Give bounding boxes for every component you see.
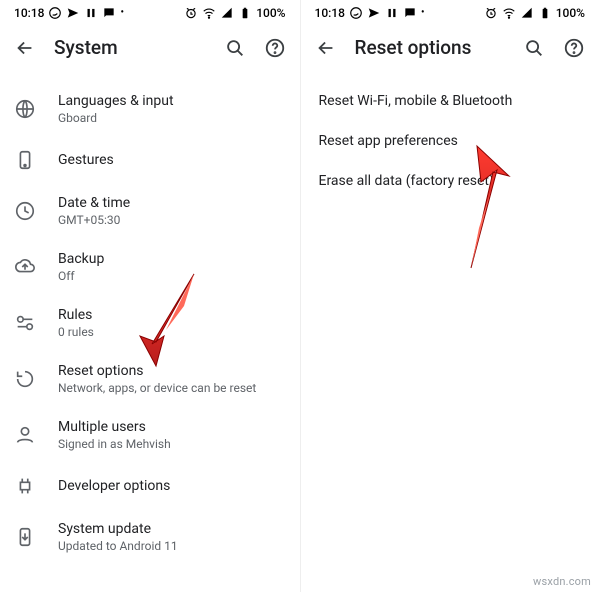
whatsapp-icon <box>48 6 62 20</box>
globe-icon <box>14 98 36 120</box>
users-icon <box>14 424 36 446</box>
alarm-icon <box>184 6 198 20</box>
item-label: Erase all data (factory reset) <box>319 173 494 189</box>
backup-icon <box>14 256 36 278</box>
settings-list: Languages & input Gboard Gestures Date &… <box>0 77 300 569</box>
back-icon[interactable] <box>315 37 337 59</box>
item-label: Reset options <box>58 363 256 379</box>
send-icon <box>66 6 80 20</box>
status-time: 10:18 <box>315 6 345 20</box>
status-more-dot: • <box>421 8 425 18</box>
item-multiple-users[interactable]: Multiple users Signed in as Mehvish <box>0 407 300 463</box>
chat-icon <box>102 6 116 20</box>
battery-icon <box>538 6 552 20</box>
item-sub: Updated to Android 11 <box>58 539 178 553</box>
item-label: Date & time <box>58 195 130 211</box>
rules-icon <box>14 312 36 334</box>
reset-list: Reset Wi-Fi, mobile & Bluetooth Reset ap… <box>301 77 599 205</box>
whatsapp-icon <box>349 6 363 20</box>
item-reset-app-preferences[interactable]: Reset app preferences <box>301 121 599 161</box>
item-sub: Gboard <box>58 111 174 125</box>
phone-screen-reset-options: 10:18 • 100% Reset options Reset Wi-F <box>300 0 599 592</box>
item-sub: 0 rules <box>58 325 94 339</box>
item-label: Multiple users <box>58 419 171 435</box>
item-date-time[interactable]: Date & time GMT+05:30 <box>0 183 300 239</box>
status-bar: 10:18 • 100% <box>0 0 300 22</box>
pause-icon <box>385 6 399 20</box>
wifi-icon <box>502 6 516 20</box>
item-sub: GMT+05:30 <box>58 213 130 227</box>
battery-icon <box>238 6 252 20</box>
item-label: Developer options <box>58 478 170 494</box>
send-icon <box>367 6 381 20</box>
item-label: Gestures <box>58 152 114 168</box>
item-sub: Off <box>58 269 104 283</box>
help-icon[interactable] <box>264 37 286 59</box>
search-icon[interactable] <box>523 37 545 59</box>
item-gestures[interactable]: Gestures <box>0 137 300 183</box>
item-label: Reset Wi-Fi, mobile & Bluetooth <box>319 93 513 109</box>
clock-icon <box>14 200 36 222</box>
status-more-dot: • <box>120 8 124 18</box>
item-label: Backup <box>58 251 104 267</box>
signal-icon <box>520 6 534 20</box>
help-icon[interactable] <box>563 37 585 59</box>
item-label: Rules <box>58 307 94 323</box>
item-reset-wifi[interactable]: Reset Wi-Fi, mobile & Bluetooth <box>301 81 599 121</box>
developer-icon <box>14 475 36 497</box>
system-update-icon <box>14 526 36 548</box>
status-battery-pct: 100% <box>556 6 585 20</box>
item-reset-options[interactable]: Reset options Network, apps, or device c… <box>0 351 300 407</box>
item-developer-options[interactable]: Developer options <box>0 463 300 509</box>
item-system-update[interactable]: System update Updated to Android 11 <box>0 509 300 565</box>
item-sub: Network, apps, or device can be reset <box>58 381 256 395</box>
reset-icon <box>14 368 36 390</box>
gestures-icon <box>14 149 36 171</box>
item-languages-input[interactable]: Languages & input Gboard <box>0 81 300 137</box>
item-backup[interactable]: Backup Off <box>0 239 300 295</box>
pause-icon <box>84 6 98 20</box>
signal-icon <box>220 6 234 20</box>
status-bar: 10:18 • 100% <box>301 0 599 22</box>
item-label: Reset app preferences <box>319 133 458 149</box>
back-icon[interactable] <box>14 37 36 59</box>
status-battery-pct: 100% <box>256 6 285 20</box>
chat-icon <box>403 6 417 20</box>
item-rules[interactable]: Rules 0 rules <box>0 295 300 351</box>
header-bar: System <box>0 22 300 77</box>
page-title: Reset options <box>355 36 506 59</box>
watermark: wsxdn.com <box>533 575 591 588</box>
phone-screen-system: 10:18 • 100% System <box>0 0 300 592</box>
search-icon[interactable] <box>224 37 246 59</box>
alarm-icon <box>484 6 498 20</box>
status-time: 10:18 <box>14 6 44 20</box>
page-title: System <box>54 36 206 59</box>
item-erase-all-data[interactable]: Erase all data (factory reset) <box>301 161 599 201</box>
header-bar: Reset options <box>301 22 599 77</box>
item-label: System update <box>58 521 178 537</box>
item-label: Languages & input <box>58 93 174 109</box>
wifi-icon <box>202 6 216 20</box>
item-sub: Signed in as Mehvish <box>58 437 171 451</box>
